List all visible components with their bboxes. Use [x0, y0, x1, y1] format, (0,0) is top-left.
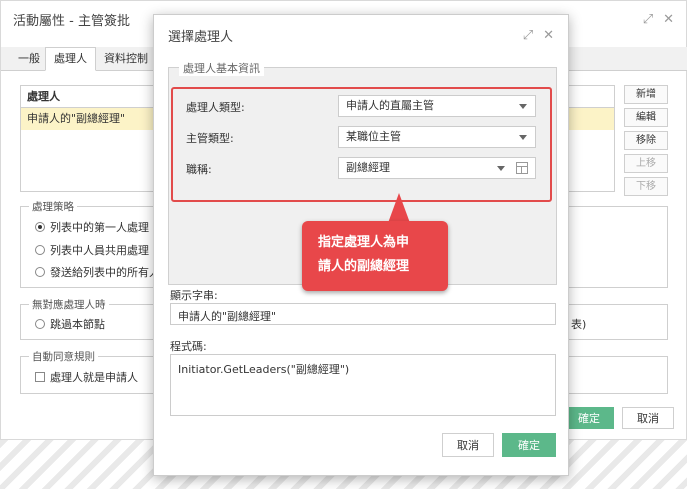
modal-title: 選擇處理人	[168, 29, 234, 45]
close-icon[interactable]: ✕	[543, 28, 554, 43]
cancel-button[interactable]: 取消	[622, 407, 674, 429]
auto-agree-legend: 自動同意規則	[29, 349, 98, 364]
remove-button[interactable]: 移除	[624, 131, 668, 150]
modal-window-controls: ⤢ ✕	[523, 28, 554, 43]
display-string-input[interactable]: 申請人的"副總經理"	[170, 303, 556, 325]
move-down-button[interactable]: 下移	[624, 177, 668, 196]
code-textarea[interactable]: Initiator.GetLeaders("副總經理")	[170, 354, 556, 416]
auto-agree-option[interactable]: 處理人就是申請人	[35, 369, 138, 385]
strategy-option-first[interactable]: 列表中的第一人處理	[35, 219, 149, 235]
callout-annotation: 指定處理人為申 請人的副總經理	[302, 221, 448, 291]
no-handler-fragment: 表)	[571, 318, 587, 331]
maximize-icon[interactable]: ⤢	[643, 12, 653, 27]
maximize-icon[interactable]: ⤢	[523, 28, 533, 43]
no-handler-legend: 無對應處理人時	[29, 297, 109, 312]
callout-pointer	[388, 193, 410, 223]
modal-confirm-button[interactable]: 確定	[502, 433, 556, 457]
callout-line-2: 請人的副總經理	[318, 259, 410, 274]
tab-data-control[interactable]: 資料控制	[95, 47, 157, 71]
radio-icon[interactable]	[35, 245, 45, 255]
properties-title: 活動屬性 - 主管簽批	[13, 13, 130, 29]
move-up-button[interactable]: 上移	[624, 154, 668, 173]
handler-info-legend: 處理人基本資訊	[179, 60, 264, 76]
skip-node-option[interactable]: 跳過本節點	[35, 316, 105, 332]
close-icon[interactable]: ✕	[663, 12, 674, 27]
strategy-legend: 處理策略	[29, 199, 77, 214]
callout-line-1: 指定處理人為申	[318, 235, 410, 250]
highlight-box	[171, 87, 552, 202]
modal-titlebar: 選擇處理人 ⤢ ✕	[154, 15, 568, 55]
add-button[interactable]: 新增	[624, 85, 668, 104]
modal-cancel-button[interactable]: 取消	[442, 433, 494, 457]
checkbox-icon[interactable]	[35, 372, 45, 382]
confirm-button[interactable]: 確定	[564, 407, 614, 429]
code-label: 程式碼:	[170, 340, 207, 353]
radio-icon[interactable]	[35, 222, 45, 232]
edit-button[interactable]: 編輯	[624, 108, 668, 127]
strategy-option-shared[interactable]: 列表中人員共用處理	[35, 242, 149, 258]
tab-handler[interactable]: 處理人	[45, 47, 96, 71]
window-controls: ⤢ ✕	[643, 12, 674, 27]
tab-general[interactable]: 一般	[9, 47, 49, 71]
strategy-option-all[interactable]: 發送給列表中的所有人	[35, 264, 160, 280]
display-string-label: 顯示字串:	[170, 289, 218, 302]
radio-icon[interactable]	[35, 319, 45, 329]
radio-icon[interactable]	[35, 267, 45, 277]
